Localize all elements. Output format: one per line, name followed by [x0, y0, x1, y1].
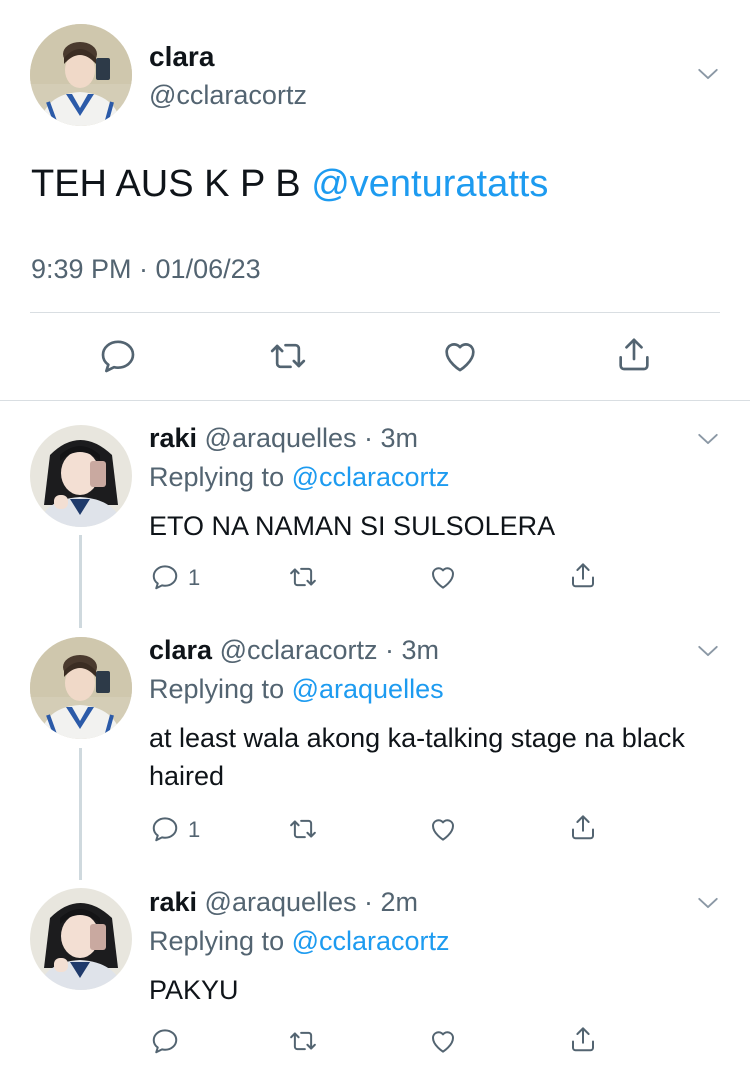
thread-line — [79, 535, 82, 628]
like-icon[interactable] — [440, 336, 480, 376]
tweet-text: TEH AUS K P B @venturatatts — [31, 163, 548, 206]
avatar-image — [30, 888, 132, 990]
reply-icon[interactable] — [150, 814, 180, 844]
tweet-timestamp[interactable]: 9:39 PM · 01/06/23 — [31, 254, 261, 285]
replying-to-label: Replying to — [149, 462, 292, 492]
reply-display-name[interactable]: raki — [149, 423, 197, 453]
replying-to-label: Replying to — [149, 926, 292, 956]
like-icon[interactable] — [428, 814, 458, 844]
reply-display-name[interactable]: clara — [149, 635, 212, 665]
reply-handle-time[interactable]: @araquelles · 2m — [197, 887, 419, 917]
like-icon[interactable] — [428, 562, 458, 592]
reply-handle-time[interactable]: @cclaracortz · 3m — [212, 635, 439, 665]
reply-text: ETO NA NAMAN SI SULSOLERA — [149, 511, 556, 541]
avatar[interactable] — [30, 888, 132, 990]
chevron-down-icon[interactable] — [694, 889, 722, 917]
reply-header: raki @araquelles · 2m — [149, 887, 418, 918]
mention-link[interactable]: @venturatatts — [311, 163, 548, 205]
reply-count: 1 — [188, 565, 201, 590]
divider — [0, 400, 750, 401]
avatar-image — [30, 24, 132, 126]
share-icon[interactable] — [568, 560, 598, 590]
reply-icon[interactable] — [150, 1026, 180, 1056]
author-handle[interactable]: @cclaracortz — [149, 80, 307, 111]
tweet-text-body: TEH AUS K P B — [31, 163, 312, 205]
replying-to: Replying to @araquelles — [149, 674, 444, 705]
replying-to: Replying to @cclaracortz — [149, 926, 450, 957]
reply-handle-time[interactable]: @araquelles · 3m — [197, 423, 419, 453]
mention-link[interactable]: @araquelles — [292, 674, 444, 704]
reply-count: 1 — [188, 817, 201, 842]
retweet-icon[interactable] — [288, 1026, 318, 1056]
mention-link[interactable]: @cclaracortz — [292, 926, 450, 956]
share-icon[interactable] — [568, 1024, 598, 1054]
retweet-icon[interactable] — [288, 562, 318, 592]
reply-icon[interactable] — [98, 336, 138, 376]
avatar[interactable] — [30, 24, 132, 126]
replying-to-label: Replying to — [149, 674, 292, 704]
thread-line — [79, 748, 82, 880]
reply-display-name[interactable]: raki — [149, 887, 197, 917]
chevron-down-icon[interactable] — [694, 637, 722, 665]
retweet-icon[interactable] — [288, 814, 318, 844]
reply-icon[interactable] — [150, 562, 180, 592]
divider — [30, 312, 720, 313]
chevron-down-icon[interactable] — [694, 425, 722, 453]
avatar[interactable] — [30, 637, 132, 739]
reply-text: PAKYU — [149, 975, 239, 1005]
reply-header: clara @cclaracortz · 3m — [149, 635, 439, 666]
like-icon[interactable] — [428, 1026, 458, 1056]
avatar[interactable] — [30, 425, 132, 527]
avatar-image — [30, 637, 132, 739]
author-display-name[interactable]: clara — [149, 41, 214, 73]
chevron-down-icon[interactable] — [694, 60, 722, 88]
share-icon[interactable] — [614, 334, 654, 374]
avatar-image — [30, 425, 132, 527]
replying-to: Replying to @cclaracortz — [149, 462, 450, 493]
reply-header: raki @araquelles · 3m — [149, 423, 418, 454]
share-icon[interactable] — [568, 812, 598, 842]
mention-link[interactable]: @cclaracortz — [292, 462, 450, 492]
retweet-icon[interactable] — [268, 336, 308, 376]
reply-text: at least wala akong ka-talking stage na … — [149, 723, 685, 791]
